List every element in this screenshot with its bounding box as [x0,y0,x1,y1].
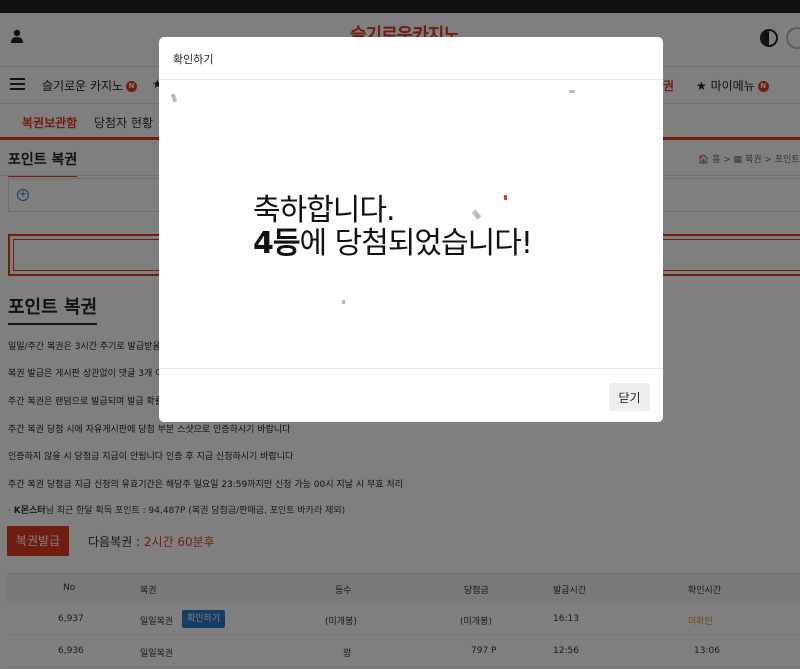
confetti-piece [569,90,575,93]
modal-footer: 닫기 [159,368,663,422]
confetti-piece [170,93,178,103]
close-button[interactable]: 닫기 [609,383,650,411]
prize-rank-line: 4등에 당첨되었습니다! [253,218,533,262]
result-modal: 확인하기 축하합니다. 4등에 당첨되었습니다! 닫기 [159,37,663,422]
prize-rank: 4등 [253,226,300,261]
prize-rank-text: 에 당첨되었습니다! [299,226,532,261]
modal-body: 축하합니다. 4등에 당첨되었습니다! [159,80,663,368]
confetti-piece [342,300,345,304]
confetti-piece [504,195,507,200]
modal-header: 확인하기 [159,37,663,80]
modal-title: 확인하기 [173,53,214,66]
